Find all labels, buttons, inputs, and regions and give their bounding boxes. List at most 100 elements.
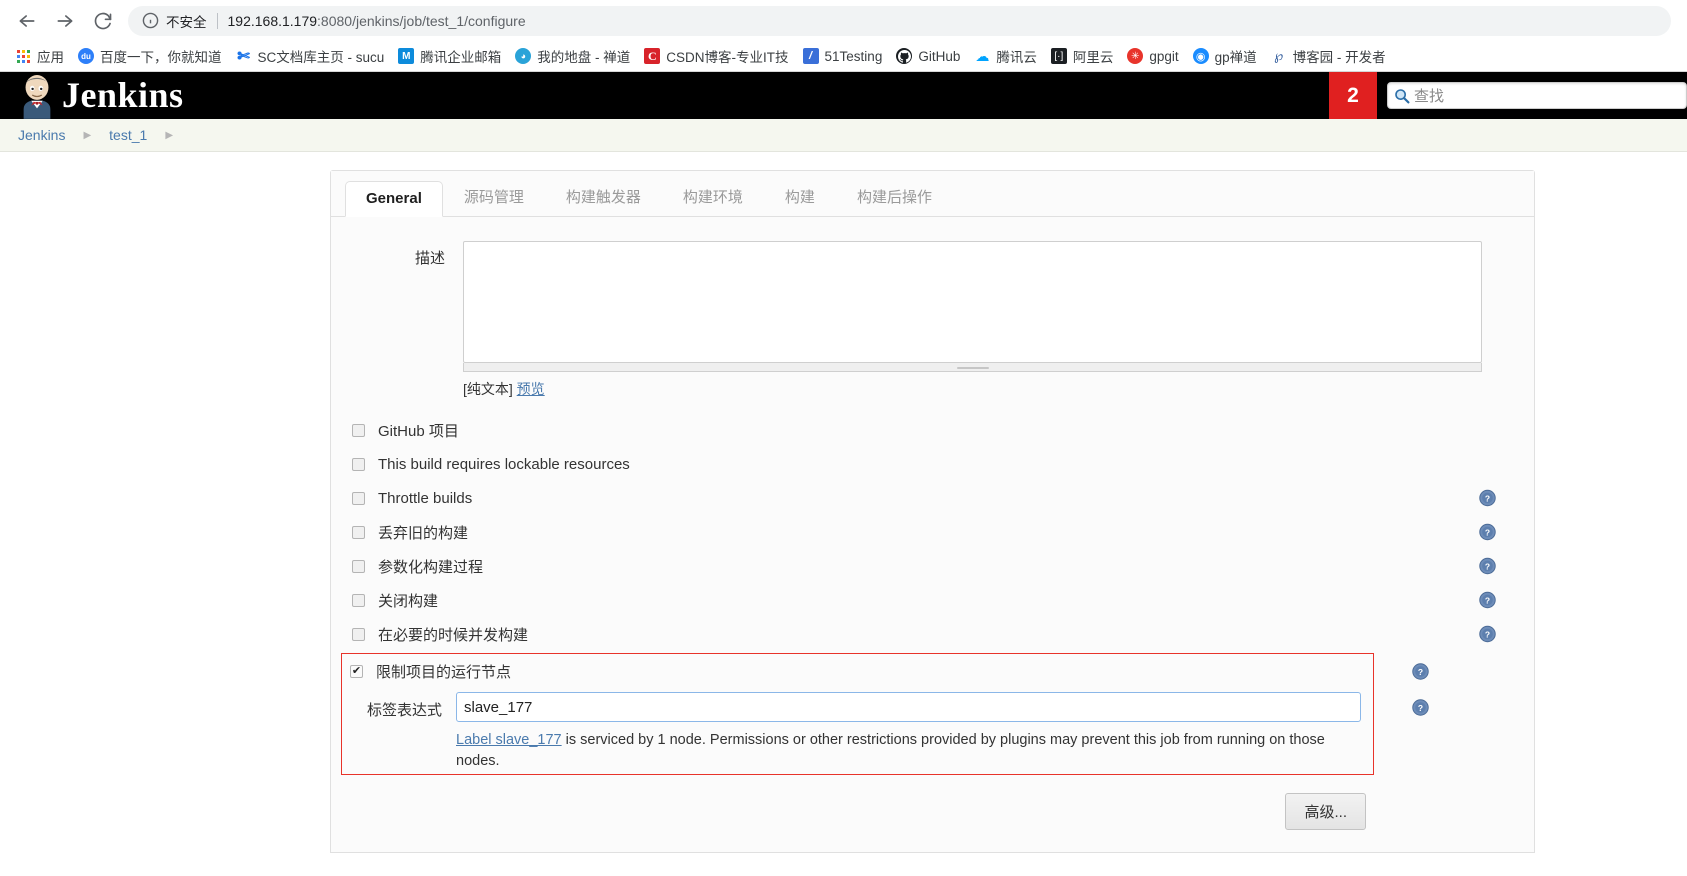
svg-text:?: ?: [1485, 527, 1490, 537]
checkbox-label[interactable]: 丢弃旧的构建: [378, 522, 468, 543]
checkbox-label[interactable]: 限制项目的运行节点: [376, 661, 511, 682]
bookmark-tencent-mail[interactable]: M 腾讯企业邮箱: [391, 43, 508, 69]
checkbox-parameterized-build[interactable]: [352, 559, 365, 573]
checkbox-label[interactable]: Throttle builds: [378, 490, 472, 507]
advanced-button[interactable]: 高级...: [1285, 793, 1366, 831]
breadcrumb-item-test1[interactable]: test_1: [107, 127, 149, 143]
omnibox-divider: [216, 12, 218, 29]
url-text: 192.168.1.179:8080/jenkins/job/test_1/co…: [227, 12, 526, 29]
checkbox-label[interactable]: 在必要的时候并发构建: [378, 624, 528, 645]
advanced-button-row: 高级...: [331, 793, 1534, 831]
config-tab-bar: General 源码管理 构建触发器 构建环境 构建 构建后操作: [331, 171, 1534, 217]
description-textarea[interactable]: [463, 241, 1482, 363]
checkbox-label[interactable]: 关闭构建: [378, 590, 438, 611]
svg-text:?: ?: [1418, 703, 1423, 713]
option-row-lockable-resources: This build requires lockable resources: [331, 447, 1534, 481]
browser-toolbar: 不安全 192.168.1.179:8080/jenkins/job/test_…: [0, 0, 1687, 41]
option-row-discard-old-builds: 丢弃旧的构建 ?: [331, 515, 1534, 549]
help-icon[interactable]: ?: [1412, 663, 1429, 680]
bookmark-label: 博客园 - 开发者: [1292, 50, 1386, 65]
baidu-icon: du: [78, 48, 94, 64]
bookmark-label: 百度一下，你就知道: [100, 50, 222, 65]
bookmark-github[interactable]: GitHub: [889, 43, 967, 69]
bookmark-csdn[interactable]: C CSDN博客-专业IT技: [637, 43, 795, 69]
reload-button[interactable]: [84, 2, 122, 40]
help-icon[interactable]: ?: [1479, 489, 1496, 507]
bookmark-apps[interactable]: 应用: [8, 43, 71, 69]
bookmark-51testing[interactable]: / 51Testing: [796, 43, 890, 69]
help-icon[interactable]: ?: [1479, 557, 1496, 575]
label-expression-help-text: Label slave_177 is serviced by 1 node. P…: [456, 730, 1361, 772]
general-options-list: GitHub 项目 This build requires lockable r…: [331, 413, 1534, 651]
help-icon[interactable]: ?: [1412, 699, 1429, 716]
checkbox-concurrent-builds[interactable]: [352, 627, 365, 641]
option-row-concurrent-builds: 在必要的时候并发构建 ?: [331, 617, 1534, 651]
svg-text:?: ?: [1418, 667, 1423, 677]
security-status-label: 不安全: [166, 14, 207, 30]
tab-general[interactable]: General: [345, 181, 443, 217]
breadcrumb: Jenkins ▶ test_1 ▶: [0, 119, 1687, 152]
csdn-icon: C: [644, 48, 661, 64]
bookmark-label: CSDN博客-专业IT技: [666, 50, 789, 65]
help-icon[interactable]: ?: [1479, 625, 1496, 643]
tab-build-triggers[interactable]: 构建触发器: [545, 177, 662, 217]
search-input-placeholder: 查找: [1414, 88, 1445, 105]
forward-button[interactable]: [46, 2, 84, 40]
checkbox-discard-old-builds[interactable]: [352, 525, 365, 539]
jenkins-butler-logo-icon: [23, 75, 51, 119]
bookmark-gpgit[interactable]: ✳ gpgit: [1120, 43, 1185, 69]
tab-post-build[interactable]: 构建后操作: [836, 177, 953, 217]
bookmark-aliyun[interactable]: [·] 阿里云: [1044, 43, 1121, 69]
bookmarks-bar: 应用 du 百度一下，你就知道 ✄ SC文档库主页 - sucu M 腾讯企业邮…: [0, 41, 1687, 71]
bookmark-sc-docs[interactable]: ✄ SC文档库主页 - sucu: [229, 43, 392, 69]
breadcrumb-item-jenkins[interactable]: Jenkins: [16, 127, 67, 143]
description-preview-link[interactable]: 预览: [517, 381, 545, 397]
bookmark-gp-zentao[interactable]: ◉ gp禅道: [1186, 43, 1264, 69]
bookmark-zentao[interactable]: ◕ 我的地盘 - 禅道: [508, 43, 637, 69]
jenkins-search-box[interactable]: 查找: [1387, 82, 1687, 109]
checkbox-lockable-resources[interactable]: [352, 457, 365, 471]
checkbox-label[interactable]: GitHub 项目: [378, 420, 459, 441]
back-arrow-icon: [19, 14, 35, 27]
tab-build[interactable]: 构建: [764, 177, 836, 217]
bookmark-label: SC文档库主页 - sucu: [257, 50, 385, 65]
help-icon[interactable]: ?: [1479, 591, 1496, 609]
option-row-throttle-builds: Throttle builds ?: [331, 481, 1534, 515]
label-expression-input[interactable]: [456, 692, 1361, 722]
option-row-github-project: GitHub 项目: [331, 413, 1534, 447]
textarea-resize-handle[interactable]: [463, 363, 1482, 372]
main-content: General 源码管理 构建触发器 构建环境 构建 构建后操作 描述 [纯文本…: [0, 152, 1687, 854]
jenkins-home-link[interactable]: Jenkins: [0, 72, 184, 119]
svg-text:?: ?: [1485, 629, 1490, 639]
executor-count-badge[interactable]: 2: [1329, 72, 1377, 119]
label-link[interactable]: Label slave_177: [456, 732, 562, 748]
help-icon[interactable]: ?: [1479, 523, 1496, 541]
label-expression-field: Label slave_177 is serviced by 1 node. P…: [456, 692, 1373, 772]
jenkins-wordmark: Jenkins: [62, 75, 184, 115]
tab-build-environment[interactable]: 构建环境: [662, 177, 764, 217]
bookmark-label: 应用: [37, 50, 64, 65]
checkbox-github-project[interactable]: [352, 423, 365, 437]
tab-source-control[interactable]: 源码管理: [443, 177, 545, 217]
bookmark-cnblogs[interactable]: ℘ 博客园 - 开发者: [1264, 43, 1393, 69]
bookmark-baidu[interactable]: du 百度一下，你就知道: [71, 43, 229, 69]
checkbox-label[interactable]: This build requires lockable resources: [378, 456, 630, 473]
search-icon: [1395, 88, 1410, 103]
aliyun-icon: [·]: [1050, 48, 1067, 64]
checkbox-throttle-builds[interactable]: [352, 491, 365, 505]
back-button[interactable]: [8, 2, 46, 40]
checkbox-disable-build[interactable]: [352, 593, 365, 607]
bookmark-tencent-cloud[interactable]: ☁ 腾讯云: [967, 43, 1044, 69]
gp-zentao-icon: ◉: [1192, 48, 1209, 64]
bookmark-label: gpgit: [1149, 48, 1179, 64]
checkbox-restrict-node[interactable]: [350, 664, 363, 678]
address-bar[interactable]: 不安全 192.168.1.179:8080/jenkins/job/test_…: [128, 5, 1671, 36]
bookmark-label: 阿里云: [1072, 50, 1114, 65]
svg-text:?: ?: [1485, 493, 1490, 503]
checkbox-label[interactable]: 参数化构建过程: [378, 556, 483, 577]
label-help-rest: is serviced by 1 node. Permissions or ot…: [456, 732, 1325, 770]
github-icon: [896, 48, 913, 64]
job-config-panel: General 源码管理 构建触发器 构建环境 构建 构建后操作 描述 [纯文本…: [330, 170, 1535, 854]
breadcrumb-separator-icon: ▶: [165, 129, 174, 141]
forward-arrow-icon: [57, 14, 73, 27]
